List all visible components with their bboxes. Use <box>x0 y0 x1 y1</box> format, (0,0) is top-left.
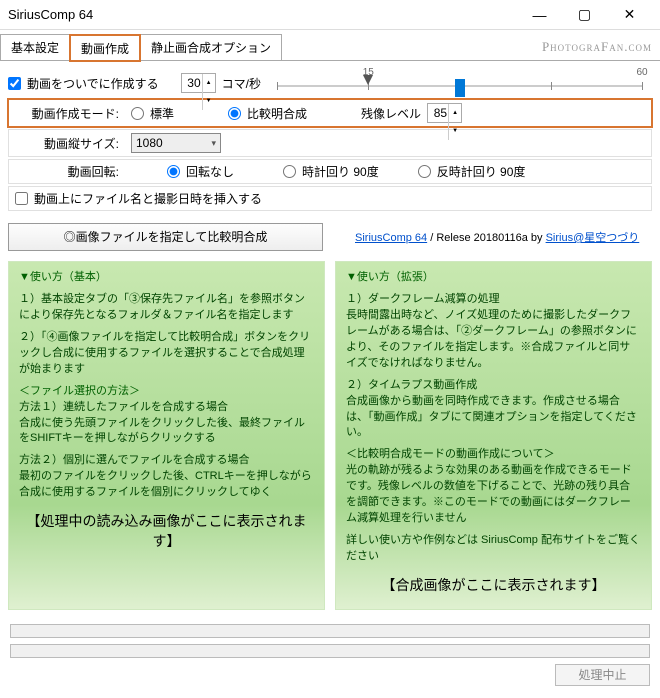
label-insert-meta: 動画上にファイル名と撮影日時を挿入する <box>34 190 262 207</box>
preview-placeholder-left: 【処理中の読み込み画像がここに表示されます】 <box>19 511 314 552</box>
checkbox-make-video[interactable] <box>8 77 21 90</box>
label-make-video: 動画をついでに作成する <box>27 75 159 92</box>
progress-bar-2 <box>10 644 650 658</box>
window-title: SiriusComp 64 <box>8 7 517 22</box>
slider-marker-icon <box>363 75 373 85</box>
afterimage-down[interactable]: ▼ <box>448 122 461 140</box>
tab-still-options[interactable]: 静止画合成オプション <box>140 34 282 60</box>
row-make-video: 動画をついでに作成する 30 ▲▼ コマ/秒 15 60 <box>8 67 652 99</box>
fps-unit: コマ/秒 <box>222 75 261 92</box>
stop-button[interactable]: 処理中止 <box>555 664 650 686</box>
row-insert: 動画上にファイル名と撮影日時を挿入する <box>8 186 652 211</box>
radio-rot-none[interactable] <box>167 165 180 178</box>
help-panel-right: ▼使い方（拡張） １）ダークフレーム減算の処理 長時間露出時など、ノイズ処理のた… <box>335 261 652 610</box>
fps-up[interactable]: ▲ <box>202 74 215 92</box>
label-rot-none: 回転なし <box>186 163 234 180</box>
label-lighten: 比較明合成 <box>247 105 307 122</box>
tab-basic[interactable]: 基本設定 <box>0 34 70 60</box>
select-size[interactable]: 1080 ▾ <box>131 133 221 153</box>
radio-rot-ccw[interactable] <box>418 165 431 178</box>
label-standard: 標準 <box>150 105 174 122</box>
radio-lighten[interactable] <box>228 107 241 120</box>
radio-standard[interactable] <box>131 107 144 120</box>
minimize-button[interactable]: — <box>517 0 562 30</box>
label-rotation: 動画回転: <box>15 163 125 180</box>
label-rot-cw: 時計回り 90度 <box>302 163 379 180</box>
label-rot-ccw: 反時計回り 90度 <box>437 163 526 180</box>
afterimage-input[interactable]: 85 ▲▼ <box>427 103 462 123</box>
fps-slider[interactable]: 15 60 <box>277 71 642 95</box>
close-button[interactable]: ✕ <box>607 0 652 30</box>
brand-text: PhotograFan.com <box>542 39 652 55</box>
release-info: SiriusComp 64 / Relese 20180116a by Siri… <box>355 229 639 245</box>
row-rotation: 動画回転: 回転なし 時計回り 90度 反時計回り 90度 <box>8 159 652 184</box>
afterimage-up[interactable]: ▲ <box>448 104 461 122</box>
radio-rot-cw[interactable] <box>283 165 296 178</box>
preview-placeholder-right: 【合成画像がここに表示されます】 <box>346 575 641 595</box>
chevron-down-icon: ▾ <box>211 138 216 149</box>
fps-down[interactable]: ▼ <box>202 92 215 110</box>
tabs: 基本設定 動画作成 静止画合成オプション PhotograFan.com <box>0 30 660 61</box>
progress-area: 処理中止 <box>0 616 660 698</box>
label-mode: 動画作成モード: <box>15 105 125 122</box>
row-size: 動画縦サイズ: 1080 ▾ <box>8 129 652 157</box>
slider-thumb[interactable] <box>455 79 465 97</box>
select-files-button[interactable]: ◎画像ファイルを指定して比較明合成 <box>8 223 323 251</box>
titlebar: SiriusComp 64 — ▢ ✕ <box>0 0 660 30</box>
tab-video[interactable]: 動画作成 <box>70 35 140 61</box>
progress-bar-1 <box>10 624 650 638</box>
row-action: ◎画像ファイルを指定して比較明合成 SiriusComp 64 / Relese… <box>8 219 652 255</box>
fps-input[interactable]: 30 ▲▼ <box>181 73 216 93</box>
checkbox-insert-meta[interactable] <box>15 192 28 205</box>
help-panel-left: ▼使い方（基本） １）基本設定タブの「③保存先ファイル名」を参照ボタンにより保存… <box>8 261 325 610</box>
row-mode: 動画作成モード: 標準 比較明合成 残像レベル 85 ▲▼ <box>8 99 652 127</box>
label-size: 動画縦サイズ: <box>15 135 125 152</box>
link-siriuscomp[interactable]: SiriusComp 64 <box>355 232 427 244</box>
maximize-button[interactable]: ▢ <box>562 0 607 30</box>
label-afterimage: 残像レベル <box>361 105 421 122</box>
link-author[interactable]: Sirius@星空つづり <box>546 232 640 244</box>
